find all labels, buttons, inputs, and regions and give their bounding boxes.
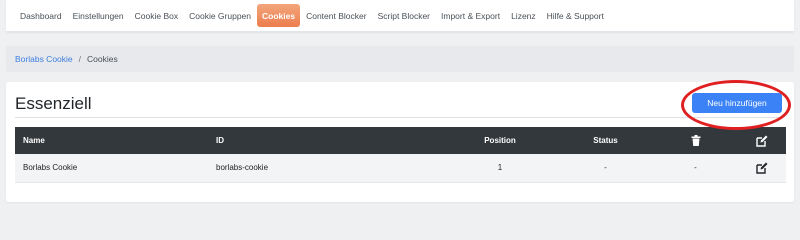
- breadcrumb-root-link[interactable]: Borlabs Cookie: [15, 54, 73, 64]
- add-new-button[interactable]: Neu hinzufügen: [692, 93, 782, 113]
- breadcrumb-separator: /: [78, 54, 82, 64]
- nav-item-cookie-gruppen[interactable]: Cookie Gruppen: [184, 4, 256, 27]
- header-id: ID: [216, 136, 224, 145]
- nav-item-cookie-box[interactable]: Cookie Box: [130, 4, 183, 27]
- nav-item-cookies[interactable]: Cookies: [257, 4, 301, 27]
- nav-item-lizenz[interactable]: Lizenz: [506, 4, 541, 27]
- nav-item-import-export[interactable]: Import & Export: [436, 4, 505, 27]
- cell-id: borlabs-cookie: [216, 163, 269, 173]
- cookies-card: Essenziell Neu hinzufügen Name ID Positi…: [6, 82, 794, 202]
- nav-item-script-blocker[interactable]: Script Blocker: [373, 4, 435, 27]
- cell-position: 1: [497, 163, 503, 173]
- cookies-table: Name ID Position Status Borlabs Cookie b…: [15, 127, 786, 183]
- top-navigation: Dashboard Einstellungen Cookie Box Cooki…: [6, 0, 794, 32]
- cell-edit[interactable]: [738, 154, 786, 182]
- header-status: Status: [593, 136, 618, 145]
- breadcrumb-current: Cookies: [87, 54, 118, 64]
- nav-item-hilfe-support[interactable]: Hilfe & Support: [542, 4, 609, 27]
- breadcrumb: Borlabs Cookie / Cookies: [6, 46, 794, 72]
- section-title: Essenziell: [15, 94, 92, 113]
- cell-status: -: [604, 163, 607, 173]
- table-header-row: Name ID Position Status: [15, 127, 786, 154]
- nav-item-dashboard[interactable]: Dashboard: [15, 4, 67, 27]
- cell-name: Borlabs Cookie: [23, 163, 78, 173]
- header-name: Name: [23, 136, 45, 145]
- header-delete: [653, 127, 738, 154]
- nav-item-einstellungen[interactable]: Einstellungen: [68, 4, 129, 27]
- table-row: Borlabs Cookie borlabs-cookie 1 - -: [15, 154, 786, 182]
- edit-icon: [756, 135, 768, 147]
- header-edit: [738, 127, 786, 154]
- cell-delete: -: [694, 163, 697, 173]
- nav-item-content-blocker[interactable]: Content Blocker: [301, 4, 371, 27]
- header-position: Position: [484, 136, 516, 145]
- trash-icon: [691, 135, 700, 146]
- edit-icon[interactable]: [756, 162, 768, 174]
- title-divider: [15, 117, 781, 118]
